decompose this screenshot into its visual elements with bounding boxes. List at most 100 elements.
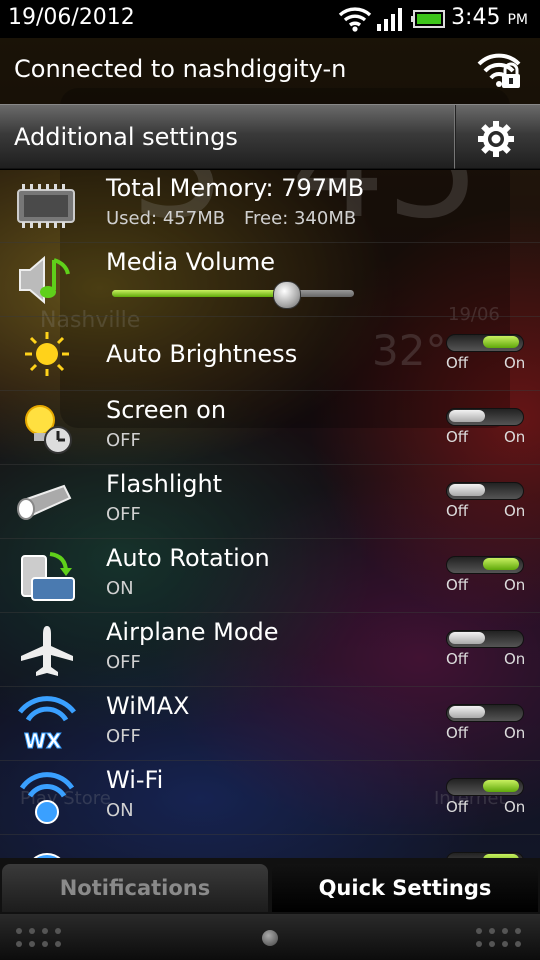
sun-icon: [25, 332, 69, 376]
svg-text:WX: WX: [24, 729, 62, 752]
grip-dot: [476, 928, 482, 934]
additional-settings-header[interactable]: Additional settings: [0, 104, 540, 170]
toggle-knob[interactable]: [449, 632, 485, 644]
status-time-ampm: PM: [507, 12, 528, 28]
grip-dot: [29, 928, 35, 934]
toggle-knob[interactable]: [483, 780, 519, 792]
wimax-toggle[interactable]: Off On: [446, 704, 526, 748]
toggle-row-wimax[interactable]: WX WiMAX OFF Off On: [0, 686, 540, 761]
memory-total: Total Memory: 797MB: [106, 174, 365, 202]
grip-dot: [16, 928, 22, 934]
battery-icon: [411, 10, 445, 28]
wifi-icon: [338, 7, 372, 32]
wifi-globe-icon: [19, 772, 75, 824]
wi-fi-toggle[interactable]: Off On: [446, 778, 526, 822]
toggle-on-label: On: [504, 354, 526, 372]
auto-brightness-title: Auto Brightness: [106, 340, 298, 368]
additional-settings-title: Additional settings: [14, 123, 238, 151]
toggle-row-auto-brightness[interactable]: Auto Brightness Off On: [0, 316, 540, 391]
grip-dot: [476, 941, 482, 947]
toggle-knob[interactable]: [449, 706, 485, 718]
toggle-row-airplane-mode[interactable]: Airplane Mode OFF Off On: [0, 612, 540, 687]
toggle-on-label: On: [504, 650, 526, 668]
media-volume-title: Media Volume: [106, 248, 275, 276]
memory-used: Used: 457MB: [106, 208, 226, 229]
wimax-title: WiMAX: [106, 692, 190, 720]
flashlight-title: Flashlight: [106, 470, 223, 498]
auto-brightness-toggle[interactable]: Off On: [446, 334, 526, 378]
airplane-icon: [21, 626, 73, 676]
toggle-on-label: On: [504, 576, 526, 594]
toggle-row-screen-on[interactable]: Screen on OFF Off On: [0, 390, 540, 465]
signal-icon: [377, 8, 402, 31]
toggle-knob[interactable]: [483, 336, 519, 348]
drawer-handle[interactable]: [0, 914, 540, 960]
memory-row[interactable]: Total Memory: 797MB Used: 457MB Free: 34…: [0, 168, 540, 243]
wi-fi-status: ON: [106, 800, 134, 821]
toggle-off-label: Off: [446, 798, 469, 816]
toggle-row-flashlight[interactable]: Flashlight OFF Off On: [0, 464, 540, 539]
toggle-off-label: Off: [446, 724, 469, 742]
flashlight-toggle[interactable]: Off On: [446, 482, 526, 526]
grip-dot: [16, 941, 22, 947]
grip-dot: [502, 928, 508, 934]
tab-notifications[interactable]: Notifications: [2, 864, 268, 912]
toggle-off-label: Off: [446, 354, 469, 372]
memory-chip-icon: [17, 184, 75, 228]
slider-fill: [112, 290, 287, 297]
toggle-row-auto-rotation[interactable]: Auto Rotation ON Off On: [0, 538, 540, 613]
toggle-knob[interactable]: [483, 558, 519, 570]
screen-on-toggle[interactable]: Off On: [446, 408, 526, 452]
toggle-off-label: Off: [446, 650, 469, 668]
airplane-mode-toggle[interactable]: Off On: [446, 630, 526, 674]
connection-text: Connected to nashdiggity-n: [14, 55, 347, 83]
airplane-mode-title: Airplane Mode: [106, 618, 279, 646]
header-divider: [454, 105, 456, 169]
grip-dot: [489, 941, 495, 947]
grip-dot: [42, 928, 48, 934]
rotate-icon: [21, 552, 75, 601]
status-bar: 19/06/2012 3:45 PM: [0, 0, 540, 38]
wimax-icon: WX: [18, 696, 76, 752]
toggle-on-label: On: [504, 798, 526, 816]
slider-thumb[interactable]: [273, 281, 302, 309]
drawer-grip[interactable]: [262, 930, 278, 946]
auto-rotation-toggle[interactable]: Off On: [446, 556, 526, 600]
memory-free: Free: 340MB: [244, 208, 357, 229]
connection-status-row[interactable]: Connected to nashdiggity-n: [0, 38, 540, 104]
flashlight-icon: [17, 484, 72, 520]
media-volume-slider[interactable]: [112, 281, 356, 309]
wimax-status: OFF: [106, 726, 141, 747]
wifi-lock-icon: [477, 53, 521, 88]
airplane-mode-status: OFF: [106, 652, 141, 673]
speaker-note-icon: [19, 255, 70, 305]
grip-dot: [515, 928, 521, 934]
toggle-on-label: On: [504, 724, 526, 742]
grip-dot: [55, 941, 61, 947]
grip-dot: [515, 941, 521, 947]
grip-dot: [55, 928, 61, 934]
gear-icon[interactable]: [476, 119, 516, 159]
grip-dot: [29, 941, 35, 947]
status-time: 3:45 PM: [451, 5, 528, 30]
auto-rotation-title: Auto Rotation: [106, 544, 270, 572]
toggle-knob[interactable]: [449, 410, 485, 422]
toggle-off-label: Off: [446, 576, 469, 594]
toggle-off-label: Off: [446, 428, 469, 446]
bulb-clock-icon: [25, 405, 72, 454]
grip-dot: [489, 928, 495, 934]
media-volume-row: Media Volume: [0, 242, 540, 317]
screen-on-title: Screen on: [106, 396, 227, 424]
status-time-value: 3:45: [451, 5, 501, 30]
wi-fi-title: Wi-Fi: [106, 766, 164, 794]
toggle-off-label: Off: [446, 502, 469, 520]
tab-quick-settings[interactable]: Quick Settings: [272, 864, 538, 912]
flashlight-status: OFF: [106, 504, 141, 525]
toggle-on-label: On: [504, 502, 526, 520]
grip-dot: [502, 941, 508, 947]
toggle-on-label: On: [504, 428, 526, 446]
toggle-knob[interactable]: [449, 484, 485, 496]
toggle-row-wi-fi[interactable]: Wi-Fi ON Off On: [0, 760, 540, 835]
status-date: 19/06/2012: [8, 5, 135, 30]
screen-on-status: OFF: [106, 430, 141, 451]
